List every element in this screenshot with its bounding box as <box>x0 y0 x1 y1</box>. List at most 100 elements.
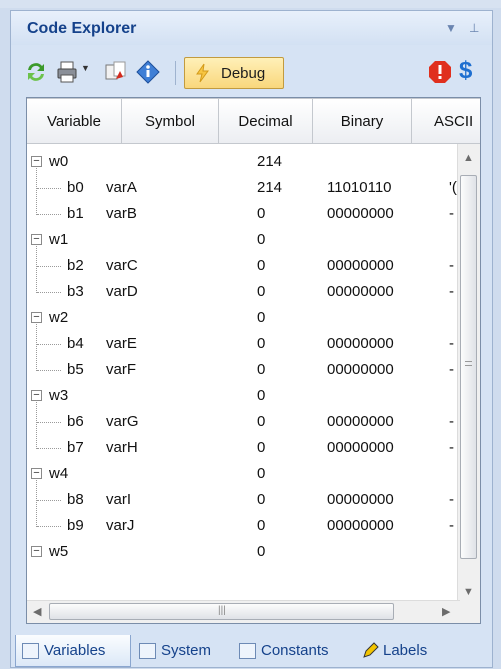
tree-connector <box>37 422 61 423</box>
toolbar-separator <box>175 61 176 85</box>
binary-cell: 00000000 <box>327 283 394 300</box>
horizontal-scroll-thumb[interactable]: ||| <box>49 603 394 620</box>
column-header-binary[interactable]: Binary <box>312 98 412 144</box>
decimal-cell: 0 <box>257 413 266 430</box>
decimal-cell: 0 <box>257 309 266 326</box>
binary-cell: 00000000 <box>327 491 394 508</box>
print-icon[interactable] <box>55 59 81 85</box>
ascii-cell: - <box>449 491 454 508</box>
scroll-up-icon[interactable]: ▲ <box>463 152 474 164</box>
group-row[interactable]: − w4 0 <box>27 462 457 488</box>
collapse-icon[interactable]: − <box>31 390 42 401</box>
table-row[interactable]: b5 varF 0 00000000- <box>27 358 457 384</box>
symbol-cell: varG <box>106 413 139 430</box>
group-row[interactable]: − w1 0 <box>27 228 457 254</box>
group-row[interactable]: − w5 0 <box>27 540 457 566</box>
debug-button[interactable]: Debug <box>184 57 284 89</box>
binary-cell: 00000000 <box>327 413 394 430</box>
symbol-cell: varJ <box>106 517 135 534</box>
binary-cell: 00000000 <box>327 361 394 378</box>
grid-header: Variable Symbol Decimal Binary ASCII <box>27 98 480 144</box>
bit-cell: b8 <box>67 491 84 508</box>
binary-cell: 00000000 <box>327 205 394 222</box>
tab-system[interactable]: System <box>133 635 235 667</box>
column-header-variable[interactable]: Variable <box>27 98 122 144</box>
vertical-scroll-thumb[interactable] <box>460 175 477 559</box>
dollar-icon[interactable]: $ <box>459 57 472 85</box>
symbol-cell: varI <box>106 491 132 508</box>
vertical-scrollbar[interactable]: ▲ ▼ <box>457 144 480 604</box>
table-row[interactable]: b2 varC 0 00000000- <box>27 254 457 280</box>
group-row[interactable]: − w2 0 <box>27 306 457 332</box>
dropdown-arrow-icon[interactable]: ▼ <box>445 21 457 35</box>
decimal-cell: 0 <box>257 439 266 456</box>
binary-cell: 11010110 <box>327 179 392 196</box>
debug-button-label: Debug <box>221 65 266 82</box>
tree-connector <box>37 292 61 293</box>
binary-cell: 00000000 <box>327 439 394 456</box>
collapse-icon[interactable]: − <box>31 156 42 167</box>
table-row[interactable]: b8 varI 0 00000000- <box>27 488 457 514</box>
tree-connector <box>36 402 37 449</box>
table-row[interactable]: b7 varH 0 00000000- <box>27 436 457 462</box>
bit-cell: b0 <box>67 179 84 196</box>
ascii-cell: - <box>449 517 454 534</box>
collapse-icon[interactable]: − <box>31 312 42 323</box>
tree-connector <box>37 526 61 527</box>
variable-cell: w5 <box>49 543 69 560</box>
decimal-cell: 0 <box>257 231 266 248</box>
group-row[interactable]: − w3 0 <box>27 384 457 410</box>
ascii-cell: - <box>449 361 454 378</box>
binary-cell: 00000000 <box>327 335 394 352</box>
bit-cell: b9 <box>67 517 84 534</box>
tab-labels[interactable]: Labels <box>355 635 455 667</box>
tree-connector <box>37 188 61 189</box>
tree-connector <box>37 344 61 345</box>
ascii-cell: - <box>449 439 454 456</box>
decimal-cell: 0 <box>257 335 266 352</box>
variable-cell: w2 <box>49 309 69 326</box>
decimal-cell: 0 <box>257 257 266 274</box>
binary-cell: 00000000 <box>327 517 394 534</box>
group-row[interactable]: − w0 214 <box>27 150 457 176</box>
bottom-tabs: Variables System Constants Labels <box>11 635 492 669</box>
pin-icon[interactable]: ⊥ <box>469 21 479 35</box>
refresh-icon[interactable] <box>23 59 49 85</box>
error-icon[interactable] <box>427 59 453 85</box>
export-icon[interactable] <box>103 59 129 85</box>
table-row[interactable]: b0 varA 214 11010110 '( <box>27 176 457 202</box>
scroll-right-icon[interactable]: ▶ <box>442 605 450 618</box>
table-row[interactable]: b9 varJ 0 00000000- <box>27 514 457 540</box>
table-row[interactable]: b3 varD 0 00000000- <box>27 280 457 306</box>
print-dropdown-icon[interactable]: ▼ <box>81 63 90 73</box>
table-row[interactable]: b4 varE 0 00000000- <box>27 332 457 358</box>
tab-labels-label: Labels <box>383 642 428 659</box>
list-icon <box>22 643 39 659</box>
collapse-icon[interactable]: − <box>31 234 42 245</box>
symbol-cell: varD <box>106 283 138 300</box>
column-header-ascii[interactable]: ASCII <box>411 98 480 144</box>
tab-system-label: System <box>161 642 212 659</box>
table-row[interactable]: b6 varG 0 00000000- <box>27 410 457 436</box>
variable-cell: w3 <box>49 387 69 404</box>
horizontal-scrollbar[interactable]: ◀ ||| ▶ <box>27 600 460 623</box>
column-header-decimal[interactable]: Decimal <box>218 98 313 144</box>
table-row[interactable]: b1 varB 0 00000000- <box>27 202 457 228</box>
toolbar: ▼ Debug $ <box>11 45 492 99</box>
collapse-icon[interactable]: − <box>31 546 42 557</box>
scroll-down-icon[interactable]: ▼ <box>463 586 474 598</box>
ascii-cell: - <box>449 257 454 274</box>
lightning-icon <box>196 63 209 83</box>
symbol-cell: varH <box>106 439 138 456</box>
column-header-symbol[interactable]: Symbol <box>121 98 219 144</box>
tab-constants[interactable]: Constants <box>233 635 353 667</box>
info-icon[interactable] <box>135 59 161 85</box>
tab-variables[interactable]: Variables <box>15 635 131 667</box>
ascii-cell: - <box>449 335 454 352</box>
collapse-icon[interactable]: − <box>31 468 42 479</box>
pencil-icon <box>363 642 379 658</box>
tree-connector <box>37 214 61 215</box>
tree-connector <box>36 480 37 527</box>
scroll-left-icon[interactable]: ◀ <box>33 605 41 618</box>
variable-cell: w1 <box>49 231 69 248</box>
